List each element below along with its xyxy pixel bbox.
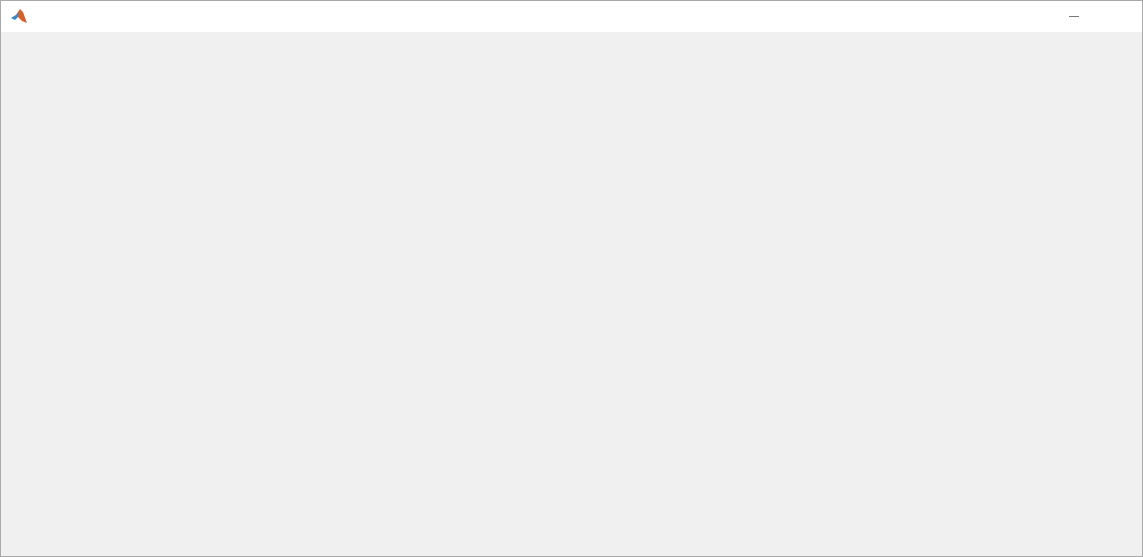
title-bar [1,1,1142,32]
signal-integrity-viewer-window [0,0,1143,557]
matlab-logo-icon [11,9,27,23]
